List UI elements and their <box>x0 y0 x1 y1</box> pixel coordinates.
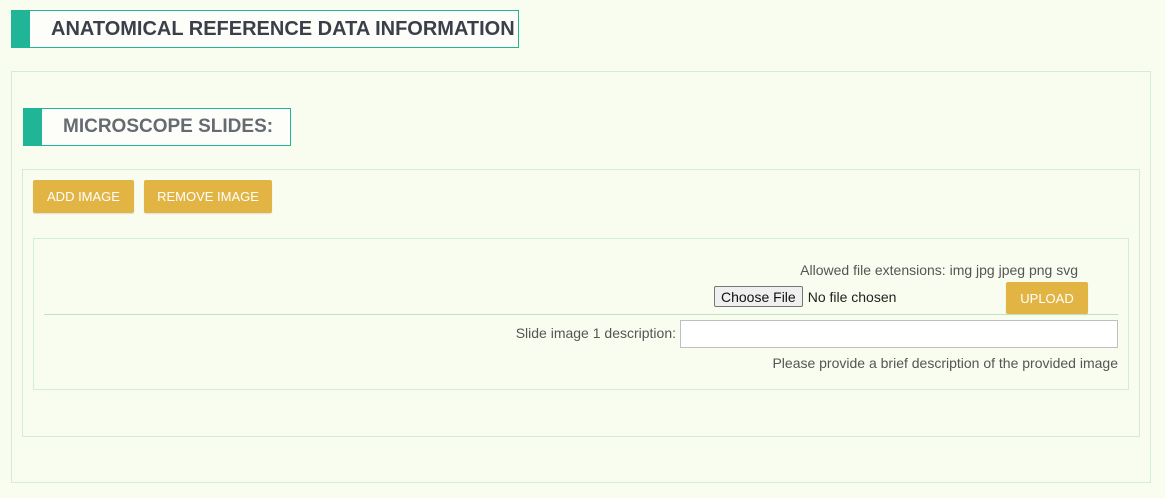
remove-image-button[interactable]: REMOVE IMAGE <box>144 180 272 213</box>
page-header: ANATOMICAL REFERENCE DATA INFORMATION <box>11 10 519 48</box>
microscope-slides-header: MICROSCOPE SLIDES: <box>23 108 291 146</box>
header-accent-bar <box>12 11 30 47</box>
divider <box>44 314 1118 315</box>
file-input[interactable]: Choose File No file chosen <box>714 286 896 307</box>
allowed-extensions-text: Allowed file extensions: img jpg jpeg pn… <box>800 262 1078 278</box>
description-label: Slide image 1 description: <box>515 325 676 341</box>
choose-file-button[interactable]: Choose File <box>714 286 803 307</box>
add-image-button[interactable]: ADD IMAGE <box>33 180 134 213</box>
header-accent-bar <box>24 109 42 145</box>
description-help-text: Please provide a brief description of th… <box>772 355 1118 371</box>
description-input[interactable] <box>680 320 1118 348</box>
page-title: ANATOMICAL REFERENCE DATA INFORMATION <box>51 17 515 40</box>
upload-button[interactable]: UPLOAD <box>1006 282 1088 314</box>
section-title: MICROSCOPE SLIDES: <box>63 116 274 137</box>
file-status-text: No file chosen <box>807 288 897 305</box>
